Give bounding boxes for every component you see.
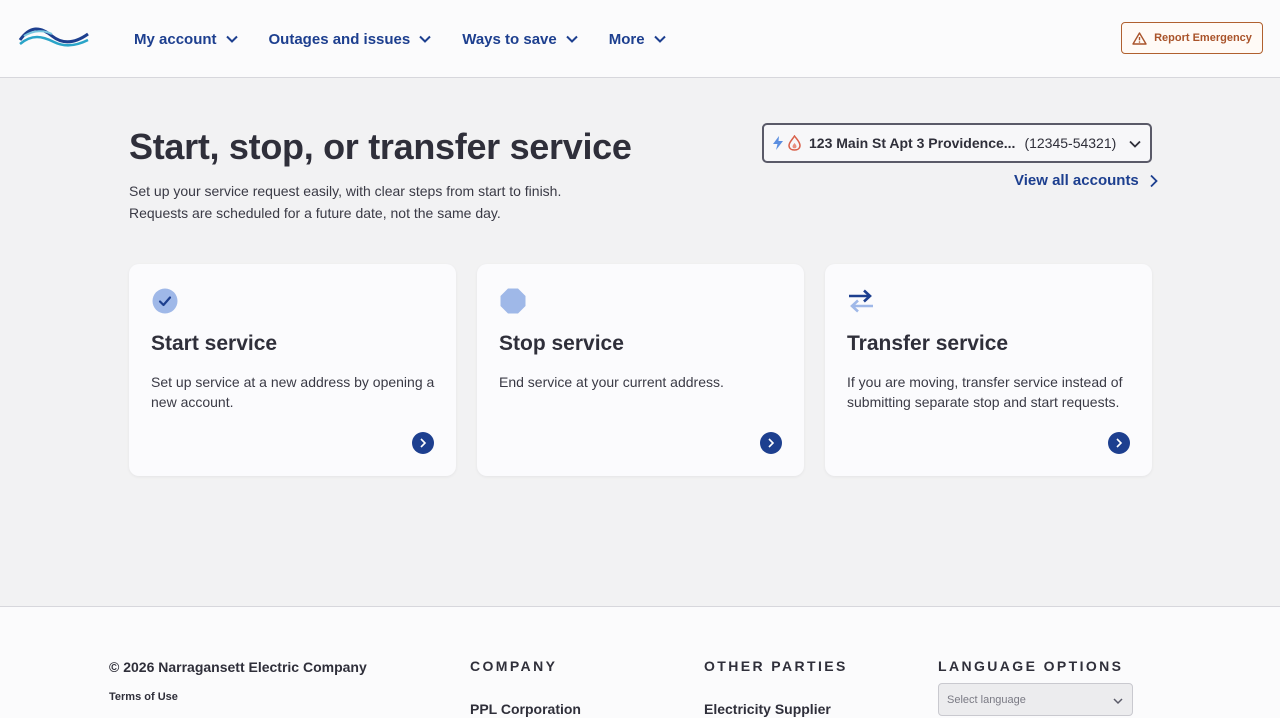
card-arrow-button[interactable]: [412, 432, 434, 454]
card-arrow-button[interactable]: [760, 432, 782, 454]
card-title: Stop service: [499, 332, 624, 355]
report-emergency-label: Report Emergency: [1154, 32, 1252, 44]
card-description: If you are moving, transfer service inst…: [847, 374, 1123, 410]
account-selector[interactable]: 123 Main St Apt 3 Providence... (12345-5…: [762, 123, 1152, 163]
chevron-down-icon: [1113, 698, 1123, 705]
chevron-down-icon: [1129, 140, 1141, 148]
main-nav: My account Outages and issues Ways to sa…: [134, 0, 697, 78]
footer-heading-company: COMPANY: [470, 658, 558, 674]
copyright: © 2026 Narragansett Electric Company: [109, 659, 367, 675]
site-footer: © 2026 Narragansett Electric Company Ter…: [0, 606, 1280, 718]
card-description: End service at your current address.: [499, 374, 724, 390]
card-title: Start service: [151, 332, 278, 355]
chevron-down-icon: [653, 35, 666, 43]
warning-triangle-icon: [1132, 31, 1147, 45]
account-address: 123 Main St Apt 3 Providence...: [809, 135, 1016, 151]
nav-ways-to-save[interactable]: Ways to save: [462, 31, 579, 48]
stop-service-card[interactable]: Stop service End service at your current…: [477, 264, 804, 476]
chevron-down-icon: [566, 35, 578, 43]
page-title: Start, stop, or transfer service: [129, 126, 632, 167]
nav-label: More: [608, 30, 645, 48]
footer-heading-language: LANGUAGE OPTIONS: [938, 658, 1124, 674]
language-placeholder: Select language: [947, 693, 1026, 706]
nav-outages[interactable]: Outages and issues: [269, 31, 433, 48]
nav-my-account[interactable]: My account: [134, 31, 239, 48]
nav-label: Ways to save: [462, 30, 557, 48]
chevron-right-icon: [1150, 174, 1158, 187]
chevron-right-icon: [420, 438, 427, 448]
start-service-card[interactable]: Start service Set up service at a new ad…: [129, 264, 456, 476]
chevron-down-icon: [225, 35, 238, 43]
transfer-arrows-icon: [849, 289, 873, 313]
check-circle-icon: [152, 288, 178, 314]
card-description: Set up service at a new address by openi…: [151, 374, 435, 410]
footer-heading-other-parties: OTHER PARTIES: [704, 658, 848, 674]
page-subtitle: Set up your service request easily, with…: [129, 180, 561, 224]
view-all-accounts-link[interactable]: View all accounts: [1014, 172, 1158, 189]
subtitle-line: Requests are scheduled for a future date…: [129, 205, 501, 221]
terms-of-use-link[interactable]: Terms of Use: [109, 691, 178, 703]
nav-label: My account: [134, 30, 217, 48]
subtitle-line: Set up your service request easily, with…: [129, 183, 562, 199]
electric-bolt-icon: [773, 136, 783, 150]
view-all-label: View all accounts: [1014, 172, 1139, 189]
chevron-down-icon: [419, 35, 431, 43]
chevron-right-icon: [768, 438, 775, 448]
card-title: Transfer service: [847, 332, 1009, 355]
site-header: My account Outages and issues Ways to sa…: [0, 0, 1280, 78]
chevron-right-icon: [1116, 438, 1123, 448]
nav-label: Outages and issues: [268, 30, 411, 48]
company-logo[interactable]: [18, 22, 90, 52]
card-arrow-button[interactable]: [1108, 432, 1130, 454]
transfer-service-card[interactable]: Transfer service If you are moving, tran…: [825, 264, 1152, 476]
gas-flame-icon: [788, 135, 801, 151]
nav-more[interactable]: More: [609, 31, 667, 48]
stop-octagon-icon: [500, 288, 526, 314]
footer-link-electricity-supplier[interactable]: Electricity Supplier: [704, 701, 831, 717]
footer-link-ppl[interactable]: PPL Corporation: [470, 701, 581, 717]
account-number: (12345-54321): [1024, 135, 1117, 151]
language-select[interactable]: Select language: [938, 683, 1133, 716]
report-emergency-button[interactable]: Report Emergency: [1121, 22, 1263, 54]
